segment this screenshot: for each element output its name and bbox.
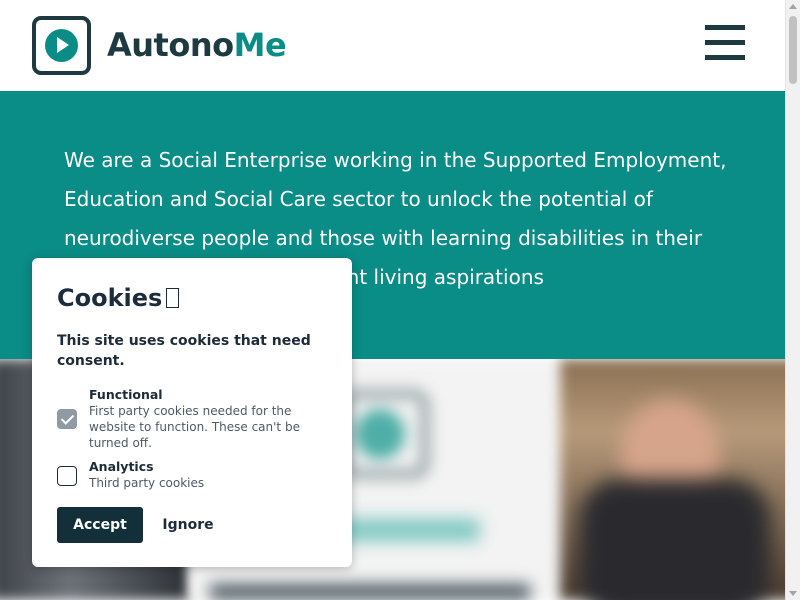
logo-text-part2: Me [233,26,287,64]
cookie-emoji-icon [166,288,180,308]
cookie-consent-dialog: Cookies This site uses cookies that need… [32,258,352,567]
hamburger-line [705,40,745,45]
photo-caption-line [210,584,530,600]
play-icon [57,37,69,53]
functional-checkbox[interactable] [57,409,77,429]
hamburger-line [705,25,745,30]
photo-right [560,359,785,600]
cookie-title-text: Cookies [57,284,163,312]
functional-label: Functional [89,387,163,402]
hamburger-line [705,55,745,60]
logo-mark[interactable] [32,16,91,75]
scroll-down-arrow-icon[interactable] [789,591,797,596]
page-scrollbar[interactable] [785,0,800,600]
functional-description: First party cookies needed for the websi… [89,404,300,450]
logo-circle [45,29,78,62]
analytics-label: Analytics [89,459,154,474]
cookie-dialog-title: Cookies [57,282,180,314]
logo-text-part1: Autono [107,26,234,64]
scroll-up-arrow-icon[interactable] [789,4,797,9]
photo-logo-circle [355,409,405,459]
cookie-dialog-description: This site uses cookies that need consent… [57,333,311,369]
site-header: AutonoMe [0,0,785,91]
analytics-checkbox[interactable] [57,466,77,486]
logo-wordmark[interactable]: AutonoMe [107,25,287,65]
analytics-description: Third party cookies [89,476,205,490]
hamburger-menu-icon[interactable] [705,25,745,61]
accept-button[interactable]: Accept [57,507,143,543]
photo-logo-word [330,519,480,541]
photo-person-shirt [580,479,770,600]
ignore-button[interactable]: Ignore [150,507,226,543]
scroll-thumb[interactable] [789,16,797,84]
